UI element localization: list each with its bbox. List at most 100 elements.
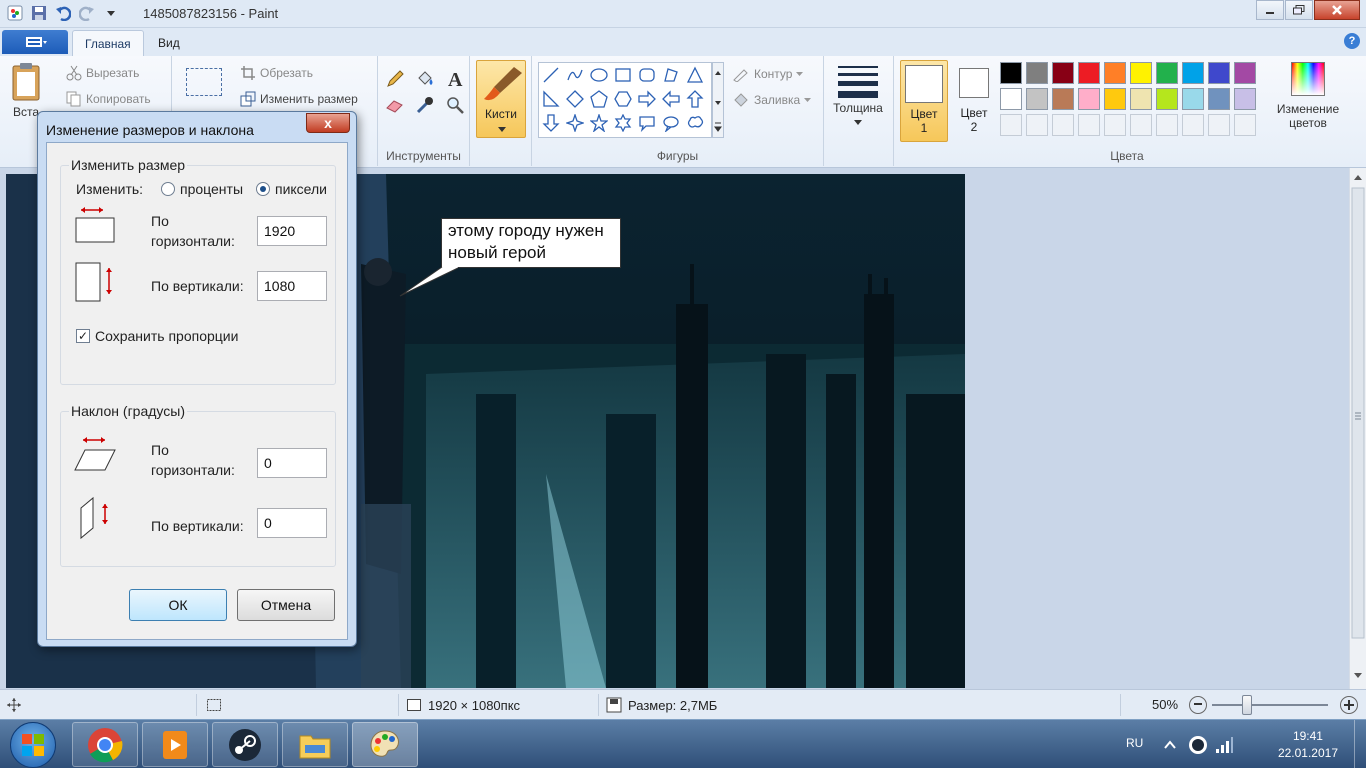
custom-color-slot[interactable] [1052,114,1074,136]
dialog-close-button[interactable]: x [306,113,350,133]
taskbar-steam[interactable] [212,722,278,767]
fill-dropdown[interactable]: Заливка [732,92,812,108]
custom-color-slot[interactable] [1130,114,1152,136]
percent-label[interactable]: проценты [180,179,243,199]
color1-button[interactable]: Цвет 1 [900,60,948,142]
custom-color-slot[interactable] [1026,114,1048,136]
select-button[interactable] [186,68,222,96]
color-swatch[interactable] [1052,88,1074,110]
cancel-button[interactable]: Отмена [237,589,335,621]
vertical-scrollbar[interactable] [1349,168,1366,689]
taskbar-explorer[interactable] [282,722,348,767]
hexagon-shape-icon[interactable] [612,88,634,110]
zoom-in-button[interactable] [1340,696,1358,714]
custom-color-slot[interactable] [1104,114,1126,136]
color-swatch[interactable] [1208,62,1230,84]
help-button[interactable]: ? [1344,33,1360,49]
custom-color-slot[interactable] [1078,114,1100,136]
four-point-star-shape-icon[interactable] [564,112,586,134]
show-hidden-icons-icon[interactable] [1164,740,1176,750]
pixels-radio[interactable] [256,182,270,196]
brushes-button[interactable]: Кисти [476,60,526,138]
color-swatch[interactable] [1000,62,1022,84]
color-swatch[interactable] [1026,62,1048,84]
fill-bucket-icon[interactable] [414,68,436,90]
rectangle-shape-icon[interactable] [612,64,634,86]
curve-shape-icon[interactable] [564,64,586,86]
color-swatch[interactable] [1182,88,1204,110]
custom-color-slot[interactable] [1000,114,1022,136]
resize-vertical-input[interactable] [257,271,327,301]
color-picker-icon[interactable] [414,94,436,116]
show-desktop-button[interactable] [1354,720,1366,768]
skew-horizontal-input[interactable] [257,448,327,478]
custom-color-slot[interactable] [1208,114,1230,136]
color-swatch[interactable] [1078,62,1100,84]
network-signal-icon[interactable] [1214,735,1234,755]
five-point-star-shape-icon[interactable] [588,112,610,134]
down-arrow-shape-icon[interactable] [540,112,562,134]
color-swatch[interactable] [1104,88,1126,110]
close-window-button[interactable] [1314,0,1360,20]
resize-horizontal-input[interactable] [257,216,327,246]
oval-shape-icon[interactable] [588,64,610,86]
color-swatch[interactable] [1026,88,1048,110]
diamond-shape-icon[interactable] [564,88,586,110]
color-swatch[interactable] [1000,88,1022,110]
percent-radio[interactable] [161,182,175,196]
redo-icon[interactable] [78,4,96,22]
taskbar-media-player[interactable] [142,722,208,767]
color-swatch[interactable] [1234,88,1256,110]
cloud-callout-shape-icon[interactable] [684,112,706,134]
color-swatch[interactable] [1234,62,1256,84]
six-point-star-shape-icon[interactable] [612,112,634,134]
paint-app-icon[interactable] [6,4,24,22]
maximize-button[interactable] [1285,0,1313,20]
up-arrow-shape-icon[interactable] [684,88,706,110]
ok-button[interactable]: ОК [129,589,227,621]
taskbar-chrome[interactable] [72,722,138,767]
zoom-slider-thumb[interactable] [1242,695,1252,715]
language-indicator[interactable]: RU [1126,736,1143,750]
copy-button[interactable]: Копировать [66,91,151,107]
eraser-icon[interactable] [384,94,406,116]
custom-color-slot[interactable] [1156,114,1178,136]
pencil-icon[interactable] [384,68,406,90]
size-button[interactable]: Толщина [830,64,886,129]
clock[interactable]: 19:41 22.01.2017 [1278,728,1338,762]
color2-button[interactable]: Цвет 2 [954,60,994,142]
rect-callout-shape-icon[interactable] [636,112,658,134]
undo-icon[interactable] [54,4,72,22]
zoom-out-button[interactable] [1189,696,1207,714]
custom-color-slot[interactable] [1182,114,1204,136]
pixels-label[interactable]: пиксели [275,179,327,199]
text-tool-icon[interactable]: A [444,68,466,90]
color-swatch[interactable] [1052,62,1074,84]
keep-ratio-label[interactable]: Сохранить пропорции [95,326,238,346]
tab-home[interactable]: Главная [72,30,144,56]
skew-vertical-input[interactable] [257,508,327,538]
steam-tray-icon[interactable] [1188,735,1208,755]
left-arrow-shape-icon[interactable] [660,88,682,110]
cut-button[interactable]: Вырезать [66,65,139,81]
color-swatch[interactable] [1078,88,1100,110]
pentagon-shape-icon[interactable] [588,88,610,110]
triangle-shape-icon[interactable] [684,64,706,86]
color-swatch[interactable] [1130,88,1152,110]
outline-dropdown[interactable]: Контур [732,66,804,82]
color-swatch[interactable] [1156,62,1178,84]
keep-ratio-checkbox[interactable]: ✓ [76,329,90,343]
magnifier-icon[interactable] [444,94,466,116]
file-menu-button[interactable] [2,30,68,54]
polygon-shape-icon[interactable] [660,64,682,86]
line-shape-icon[interactable] [540,64,562,86]
start-button[interactable] [10,722,56,768]
color-swatch[interactable] [1156,88,1178,110]
rounded-rectangle-shape-icon[interactable] [636,64,658,86]
zoom-slider-track[interactable] [1212,704,1328,706]
custom-color-slot[interactable] [1234,114,1256,136]
right-triangle-shape-icon[interactable] [540,88,562,110]
right-arrow-shape-icon[interactable] [636,88,658,110]
color-swatch[interactable] [1208,88,1230,110]
color-swatch[interactable] [1182,62,1204,84]
